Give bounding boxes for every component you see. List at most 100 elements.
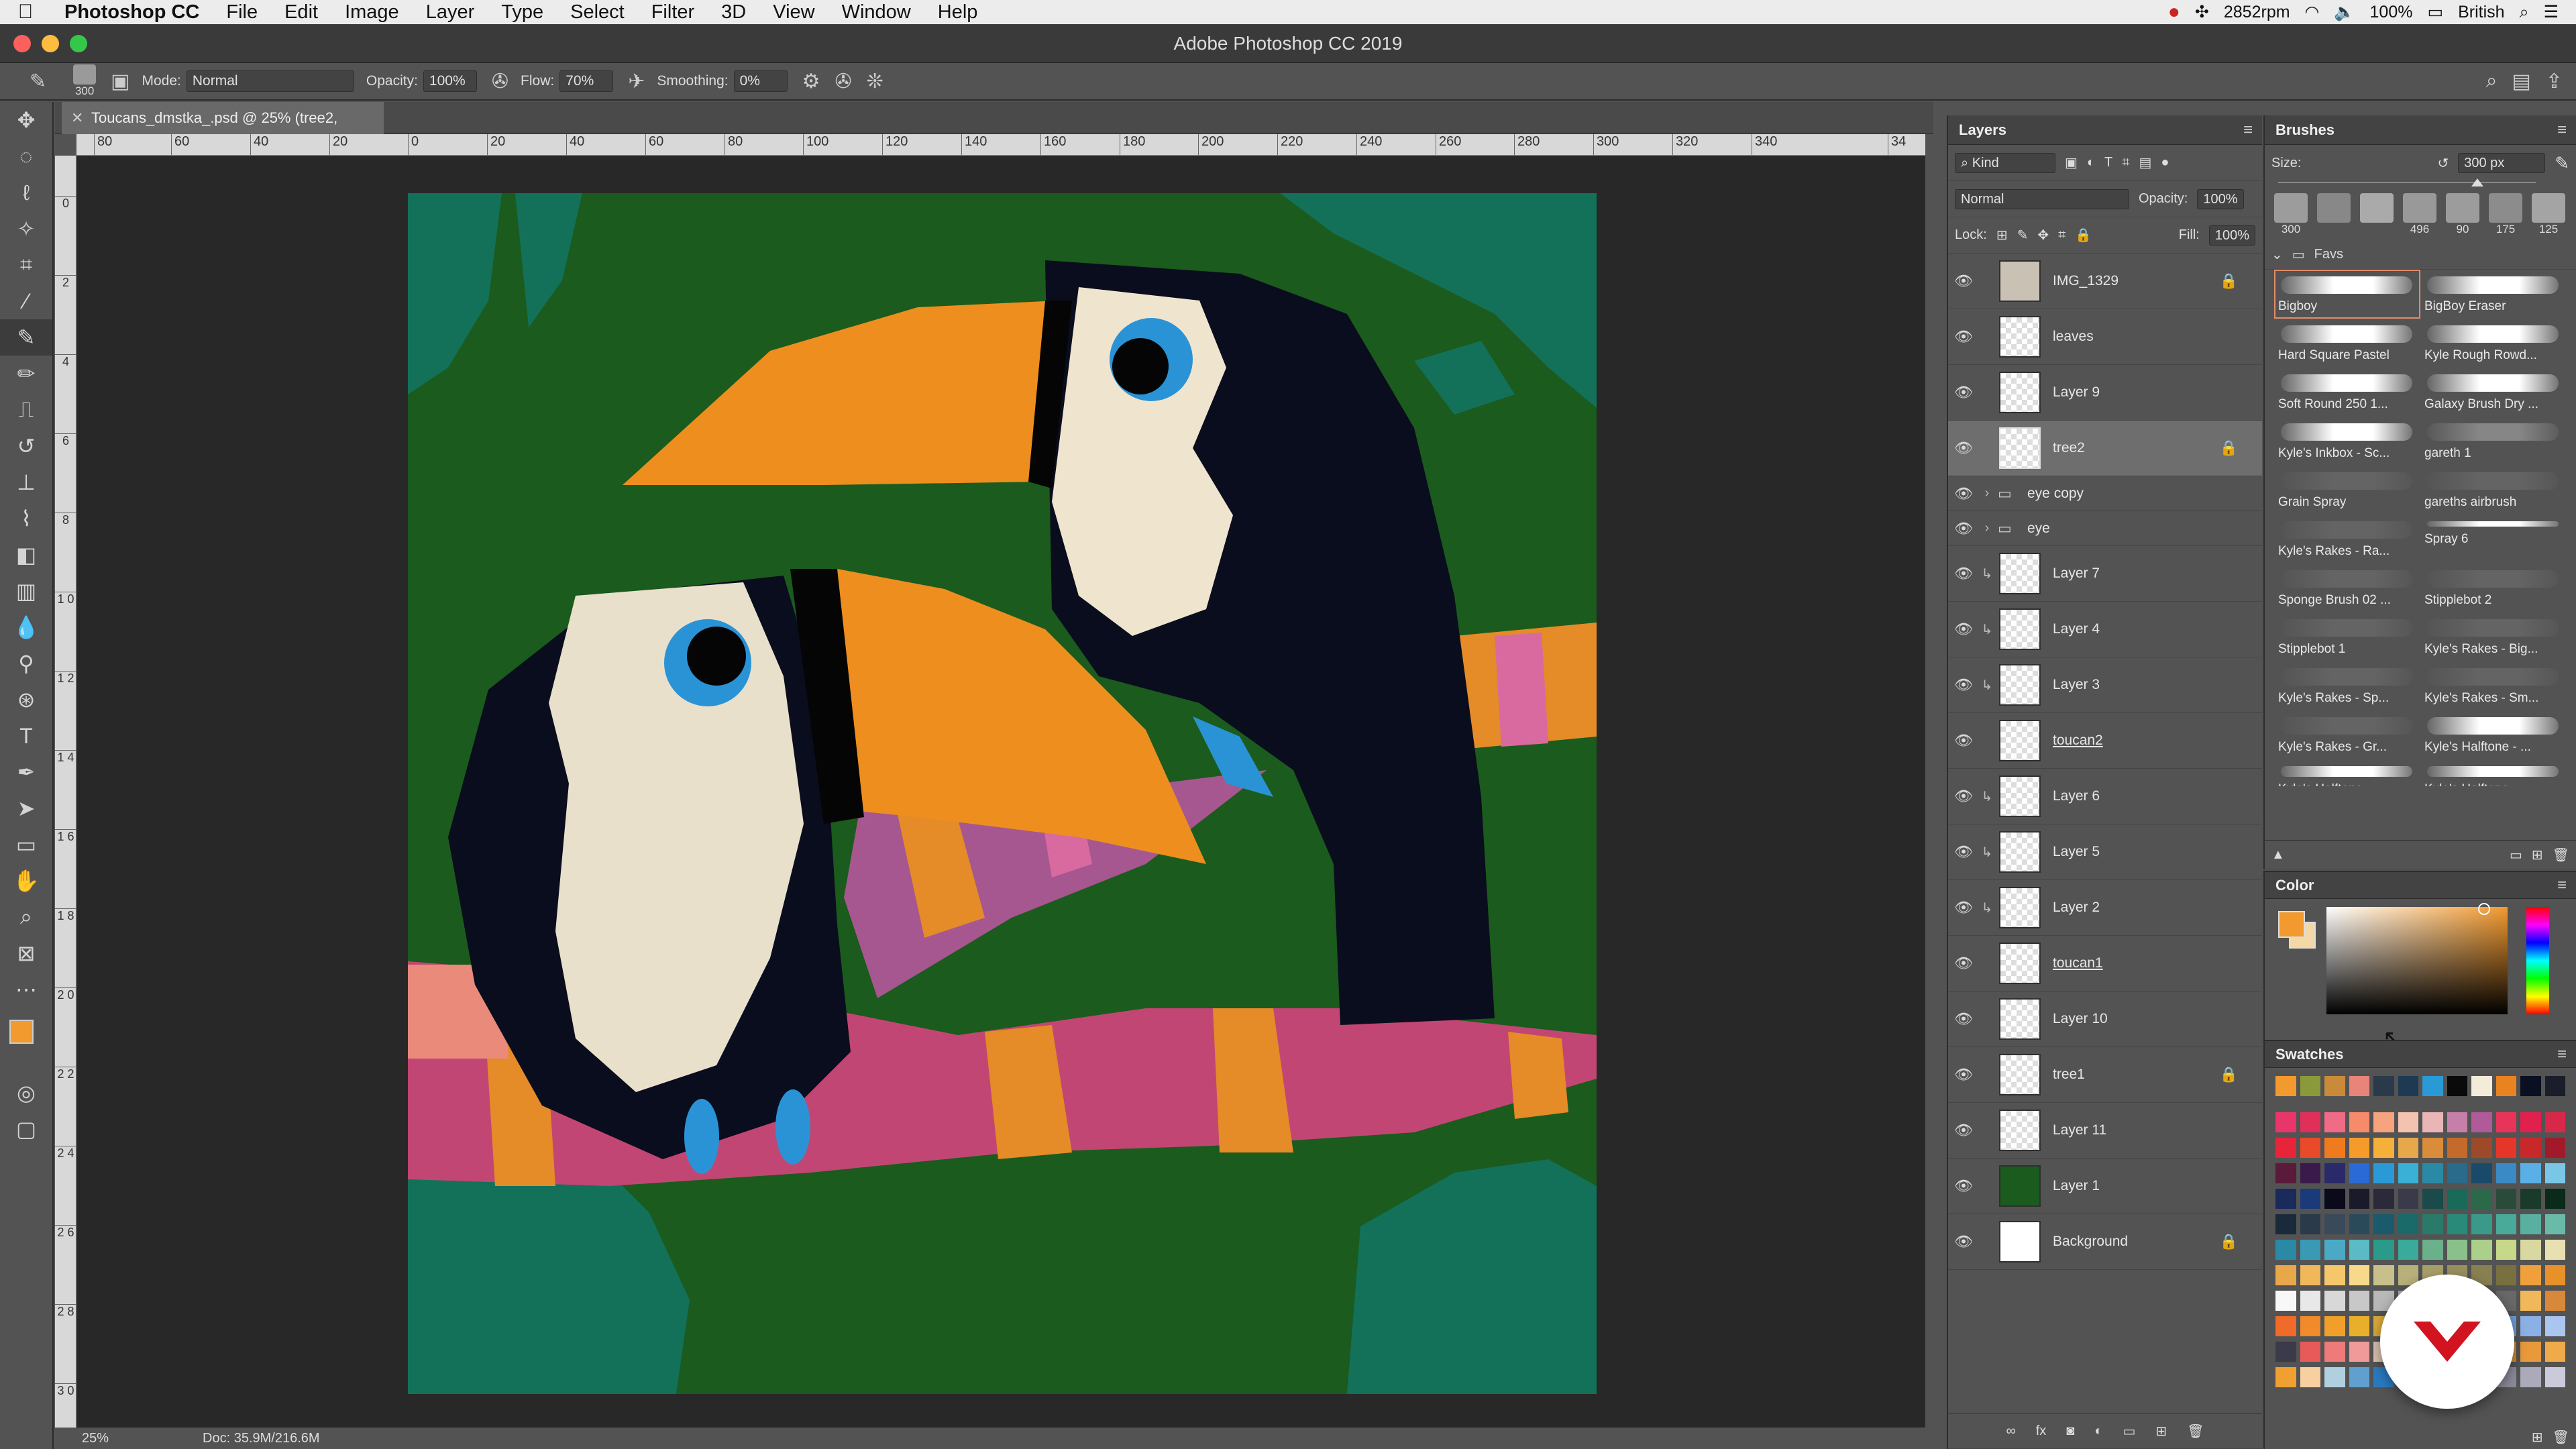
swatch[interactable] — [2544, 1291, 2565, 1311]
swatch[interactable] — [2349, 1214, 2369, 1234]
swatch[interactable] — [2300, 1316, 2320, 1336]
dodge-tool-icon[interactable]: ⚲ — [0, 645, 52, 682]
swatch[interactable] — [2471, 1189, 2492, 1209]
swatch[interactable] — [2422, 1076, 2443, 1096]
brush-item[interactable]: gareth 1 — [2420, 417, 2567, 466]
swatch[interactable] — [2520, 1291, 2541, 1311]
swatch[interactable] — [2324, 1138, 2345, 1158]
pressure-size-icon[interactable]: ✇ — [835, 70, 852, 93]
swatch[interactable] — [2544, 1316, 2565, 1336]
swatch[interactable] — [2324, 1112, 2345, 1132]
swatch[interactable] — [2300, 1076, 2320, 1096]
swatch[interactable] — [2275, 1291, 2296, 1311]
layer-row[interactable]: 👁 ↳ Layer 6 — [1948, 769, 2262, 824]
blur-tool-icon[interactable]: 💧 — [0, 609, 52, 645]
brush-item[interactable]: Kyle's Halftone - ... — [2420, 759, 2567, 788]
magic-wand-tool-icon[interactable]: ✧ — [0, 211, 52, 247]
swatch[interactable] — [2520, 1076, 2541, 1096]
swatch[interactable] — [2324, 1265, 2345, 1285]
swatch[interactable] — [2349, 1342, 2369, 1362]
swatch[interactable] — [2300, 1265, 2320, 1285]
swatch[interactable] — [2422, 1240, 2443, 1260]
swatch[interactable] — [2349, 1265, 2369, 1285]
doc-size[interactable]: Doc: 35.9M/216.6M — [203, 1428, 320, 1449]
visibility-eye-icon[interactable]: 👁 — [1948, 1233, 1979, 1250]
swatch[interactable] — [2471, 1138, 2492, 1158]
panel-menu-icon[interactable]: ≡ — [2243, 115, 2253, 145]
swatch[interactable] — [2471, 1163, 2492, 1183]
foreground-color-swatch[interactable] — [9, 1020, 34, 1044]
record-icon[interactable]: ● — [2168, 1, 2180, 23]
swatch[interactable] — [2275, 1265, 2296, 1285]
mixer-brush-tool-icon[interactable]: ⌇ — [0, 500, 52, 537]
visibility-eye-icon[interactable]: 👁 — [1948, 565, 1979, 582]
swatch[interactable] — [2349, 1138, 2369, 1158]
opacity-field[interactable]: 100% — [423, 70, 477, 92]
menu-file[interactable]: File — [213, 1, 271, 23]
path-selection-tool-icon[interactable]: ➤ — [0, 790, 52, 826]
swatch[interactable] — [2544, 1076, 2565, 1096]
vertical-ruler[interactable]: 0 2 4 6 8 1 0 1 2 1 4 1 6 1 8 2 0 2 2 2 … — [55, 156, 76, 1428]
document-tab[interactable]: ✕ Toucans_dmstka_.psd @ 25% (tree2, RGB/… — [62, 102, 384, 158]
swatch[interactable] — [2349, 1163, 2369, 1183]
layer-name[interactable]: eye — [2027, 521, 2050, 537]
swatch[interactable] — [2520, 1214, 2541, 1234]
kind-filter-select[interactable]: ⌕ Kind — [1955, 152, 2055, 173]
menu-filter[interactable]: Filter — [638, 1, 708, 23]
swatch[interactable] — [2349, 1367, 2369, 1387]
edit-brush-icon[interactable]: ✎ — [2555, 153, 2569, 174]
layer-name[interactable]: toucan1 — [2053, 955, 2103, 971]
layer-row-selected[interactable]: 👁 tree2 🔒 — [1948, 421, 2262, 476]
layer-name[interactable]: tree1 — [2053, 1067, 2085, 1083]
lock-artboard-icon[interactable]: ⌗ — [2058, 227, 2065, 243]
swatch[interactable] — [2447, 1189, 2467, 1209]
visibility-eye-icon[interactable]: 👁 — [1948, 1066, 1979, 1083]
apple-icon[interactable]:  — [0, 1, 51, 23]
swatch[interactable] — [2398, 1112, 2418, 1132]
layer-group-row[interactable]: 👁 › ▭ eye copy — [1948, 476, 2262, 511]
brush-item[interactable]: Kyle's Halftone - ... — [2274, 759, 2420, 788]
menu-select[interactable]: Select — [557, 1, 638, 23]
brush-size-slider[interactable] — [2278, 178, 2536, 186]
swatch[interactable] — [2324, 1342, 2345, 1362]
brush-item[interactable]: Grain Spray — [2274, 466, 2420, 515]
swatch[interactable] — [2496, 1163, 2516, 1183]
visibility-eye-icon[interactable]: 👁 — [1948, 621, 1979, 638]
delete-swatch-icon[interactable]: 🗑 — [2553, 1429, 2569, 1446]
share-icon[interactable]: ⇪ — [2546, 70, 2563, 93]
type-filter-icon[interactable]: T — [2104, 155, 2112, 170]
symmetry-icon[interactable]: ❊ — [867, 70, 883, 93]
foreground-color-chip[interactable] — [2278, 911, 2305, 938]
brush-item[interactable]: Kyle's Halftone - ... — [2420, 710, 2567, 759]
brush-preview-toggle-icon[interactable]: ▲ — [2271, 847, 2285, 863]
swatch[interactable] — [2471, 1240, 2492, 1260]
swatch[interactable] — [2398, 1138, 2418, 1158]
swatch[interactable] — [2275, 1214, 2296, 1234]
brush-tool-icon[interactable]: ✎ — [0, 319, 52, 356]
brush-settings-icon[interactable]: ▣ — [111, 70, 129, 93]
recent-brush[interactable] — [2360, 193, 2394, 233]
minimize-window-button[interactable] — [42, 35, 59, 52]
swatch[interactable] — [2422, 1138, 2443, 1158]
lock-all-icon[interactable]: 🔒 — [2075, 227, 2092, 244]
layer-row[interactable]: 👁 Layer 11 — [1948, 1103, 2262, 1159]
swatch[interactable] — [2349, 1112, 2369, 1132]
visibility-eye-icon[interactable]: 👁 — [1948, 788, 1979, 805]
visibility-eye-icon[interactable]: 👁 — [1948, 384, 1979, 401]
swatch[interactable] — [2324, 1367, 2345, 1387]
swatch[interactable] — [2300, 1112, 2320, 1132]
swatch[interactable] — [2471, 1112, 2492, 1132]
history-brush-tool-icon[interactable]: ↺ — [0, 428, 52, 464]
swatch[interactable] — [2422, 1163, 2443, 1183]
chevron-down-icon[interactable]: ⌄ — [2271, 246, 2283, 263]
swatch[interactable] — [2275, 1342, 2296, 1362]
input-source[interactable]: British — [2458, 3, 2504, 22]
swatch[interactable] — [2544, 1367, 2565, 1387]
menu-image[interactable]: Image — [331, 1, 413, 23]
brush-item[interactable]: Sponge Brush 02 ... — [2274, 564, 2420, 612]
swatch[interactable] — [2544, 1189, 2565, 1209]
layer-row[interactable]: 👁 Background 🔒 — [1948, 1214, 2262, 1270]
layer-name[interactable]: Layer 4 — [2053, 621, 2100, 637]
brush-item[interactable]: Spray 6 — [2420, 515, 2567, 564]
swatch[interactable] — [2496, 1214, 2516, 1234]
